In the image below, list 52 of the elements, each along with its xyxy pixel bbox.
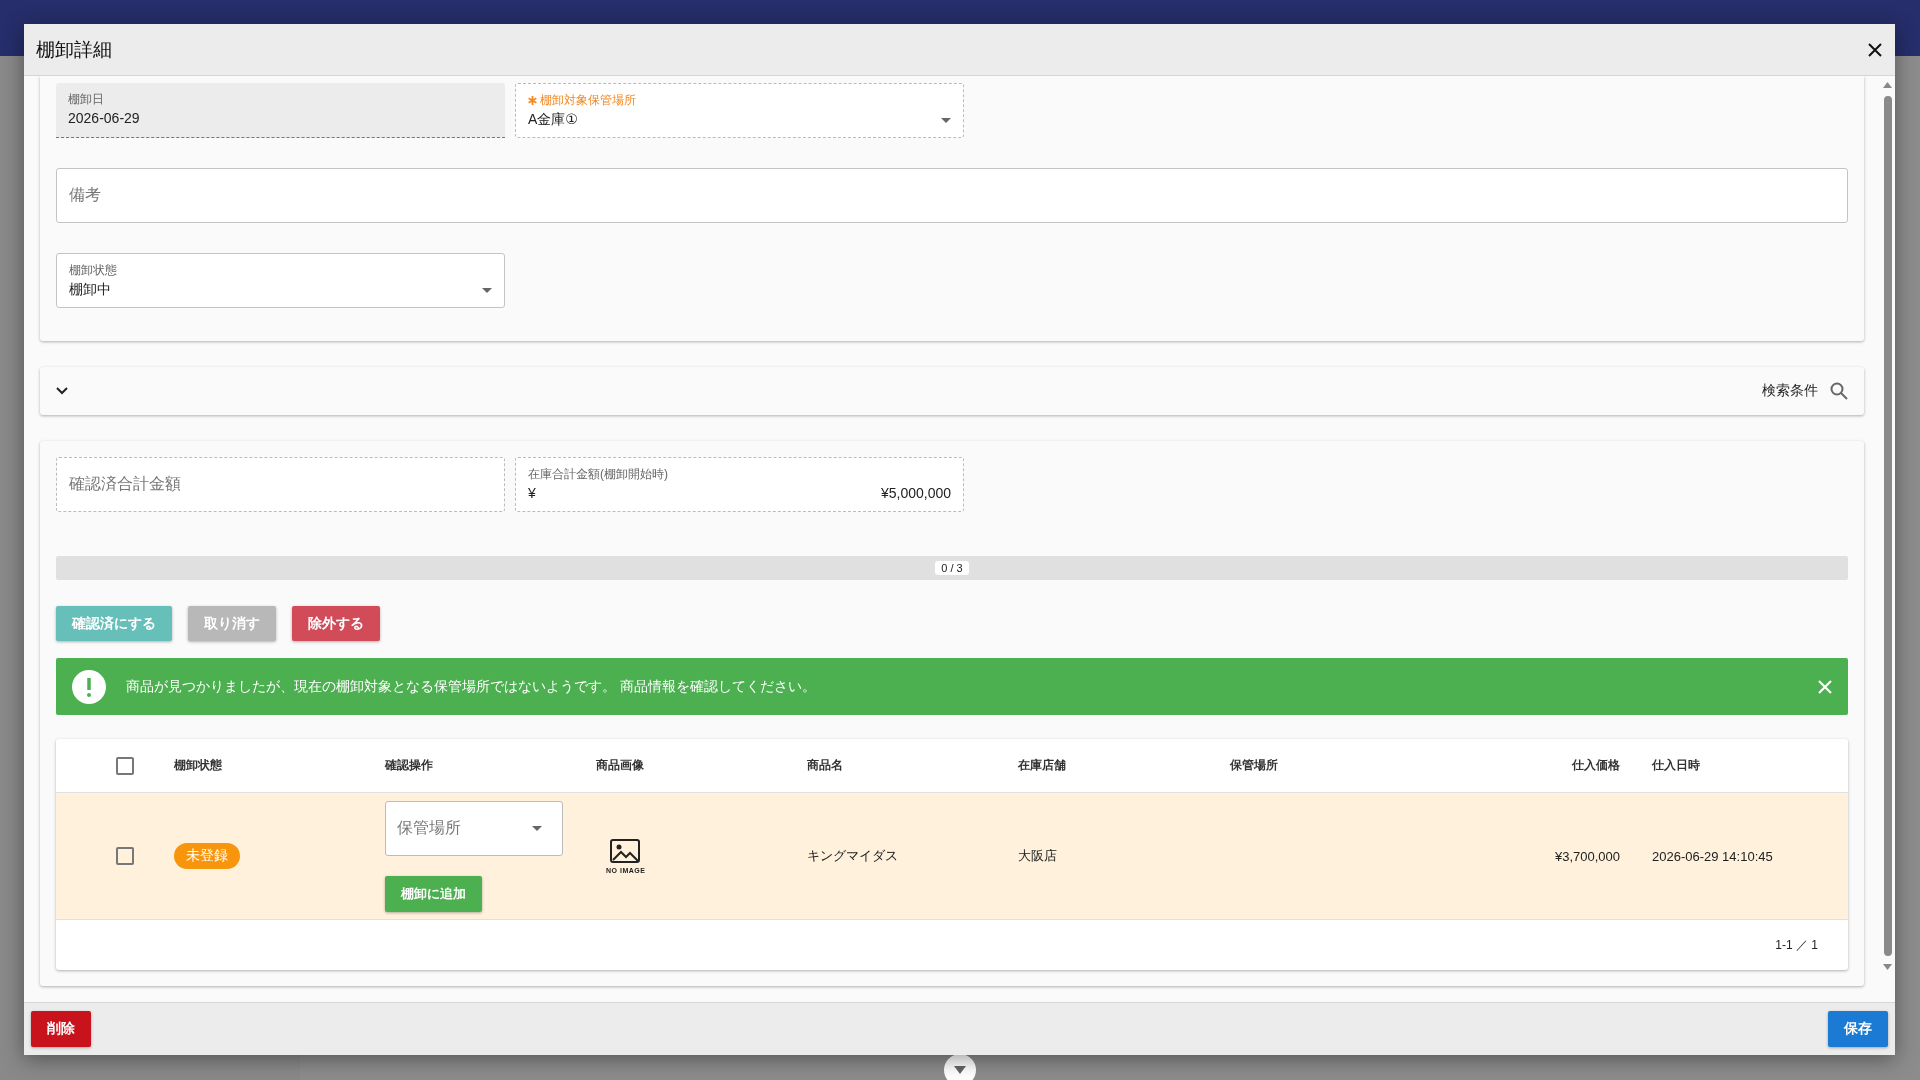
column-header: 在庫店舗 bbox=[1018, 758, 1066, 772]
progress-reading: 0 / 3 bbox=[935, 561, 969, 575]
checkbox[interactable] bbox=[116, 756, 134, 775]
checkbox[interactable] bbox=[116, 847, 134, 865]
table-cell: ¥3,700,000 bbox=[1554, 848, 1620, 864]
column-header: 仕入日時 bbox=[1652, 758, 1700, 772]
currency-prefix: ¥ bbox=[528, 485, 536, 501]
column-header: 棚卸状態 bbox=[174, 758, 222, 772]
add-button[interactable]: 棚卸に追加 bbox=[385, 875, 482, 912]
table-cell: キングマイダス bbox=[807, 848, 898, 863]
table-cell: 大阪店 bbox=[1018, 848, 1057, 863]
scroll-down-icon[interactable] bbox=[1883, 964, 1892, 970]
search-icon[interactable] bbox=[1830, 382, 1848, 400]
scrollbar-thumb[interactable] bbox=[1883, 96, 1892, 956]
field-label: 棚卸対象保管場所 bbox=[540, 91, 636, 109]
location-select[interactable]: 棚卸対象保管場所 A金庫① bbox=[515, 83, 964, 138]
status-badge: 未登録 bbox=[174, 843, 240, 869]
field-value: 2026-06-29 bbox=[68, 110, 140, 126]
chevron-down-icon[interactable] bbox=[56, 387, 68, 395]
field-value: 棚卸中 bbox=[69, 281, 111, 299]
field-label: 棚卸日 bbox=[68, 90, 104, 108]
scroll-up-icon[interactable] bbox=[1883, 82, 1892, 88]
stock-total-field[interactable]: 在庫合計金額(棚卸開始時) ¥ ¥5,000,000 bbox=[515, 457, 964, 512]
date-field[interactable]: 棚卸日 2026-06-29 bbox=[56, 83, 505, 138]
location-select[interactable]: 保管場所 bbox=[385, 800, 563, 856]
column-header: 仕入価格 bbox=[1572, 758, 1620, 772]
column-header: 保管場所 bbox=[1230, 758, 1278, 772]
alert-message: 商品が見つかりましたが、現在の棚卸対象となる保管場所ではないようです。 商品情報を確認してください。 bbox=[126, 677, 817, 696]
dropdown-caret-icon bbox=[941, 117, 951, 123]
confirmed-total-field[interactable]: 確認済合計金額 bbox=[56, 457, 505, 512]
exclude-button[interactable]: 除外する bbox=[292, 606, 380, 641]
column-header: 商品名 bbox=[807, 758, 843, 772]
field-value: ¥5,000,000 bbox=[880, 485, 951, 501]
note-field[interactable]: 備考 bbox=[56, 168, 1848, 223]
delete-button[interactable]: 削除 bbox=[31, 1011, 91, 1047]
pagination-text: 1-1 ／ 1 bbox=[1775, 936, 1818, 954]
dialog-title: 棚卸詳細 bbox=[36, 37, 113, 62]
close-icon[interactable] bbox=[1867, 41, 1883, 58]
status-select[interactable]: 棚卸状態 棚卸中 bbox=[56, 253, 505, 308]
search-panel[interactable]: 検索条件 bbox=[40, 367, 1864, 415]
table-cell: 2026-06-29 14:10:45 bbox=[1652, 848, 1773, 864]
field-label: 棚卸状態 bbox=[69, 261, 117, 279]
field-label: 在庫合計金額(棚卸開始時) bbox=[528, 465, 668, 483]
field-value: A金庫① bbox=[528, 111, 578, 129]
dropdown-caret-icon bbox=[482, 287, 492, 293]
dropdown-caret-icon bbox=[532, 825, 542, 831]
column-header: 商品画像 bbox=[596, 758, 644, 772]
column-header: 確認操作 bbox=[385, 758, 433, 772]
save-button[interactable]: 保存 bbox=[1828, 1011, 1888, 1047]
search-label: 検索条件 bbox=[1762, 382, 1818, 400]
scroll-down-icon[interactable] bbox=[944, 1054, 976, 1080]
warning-icon bbox=[72, 669, 106, 704]
